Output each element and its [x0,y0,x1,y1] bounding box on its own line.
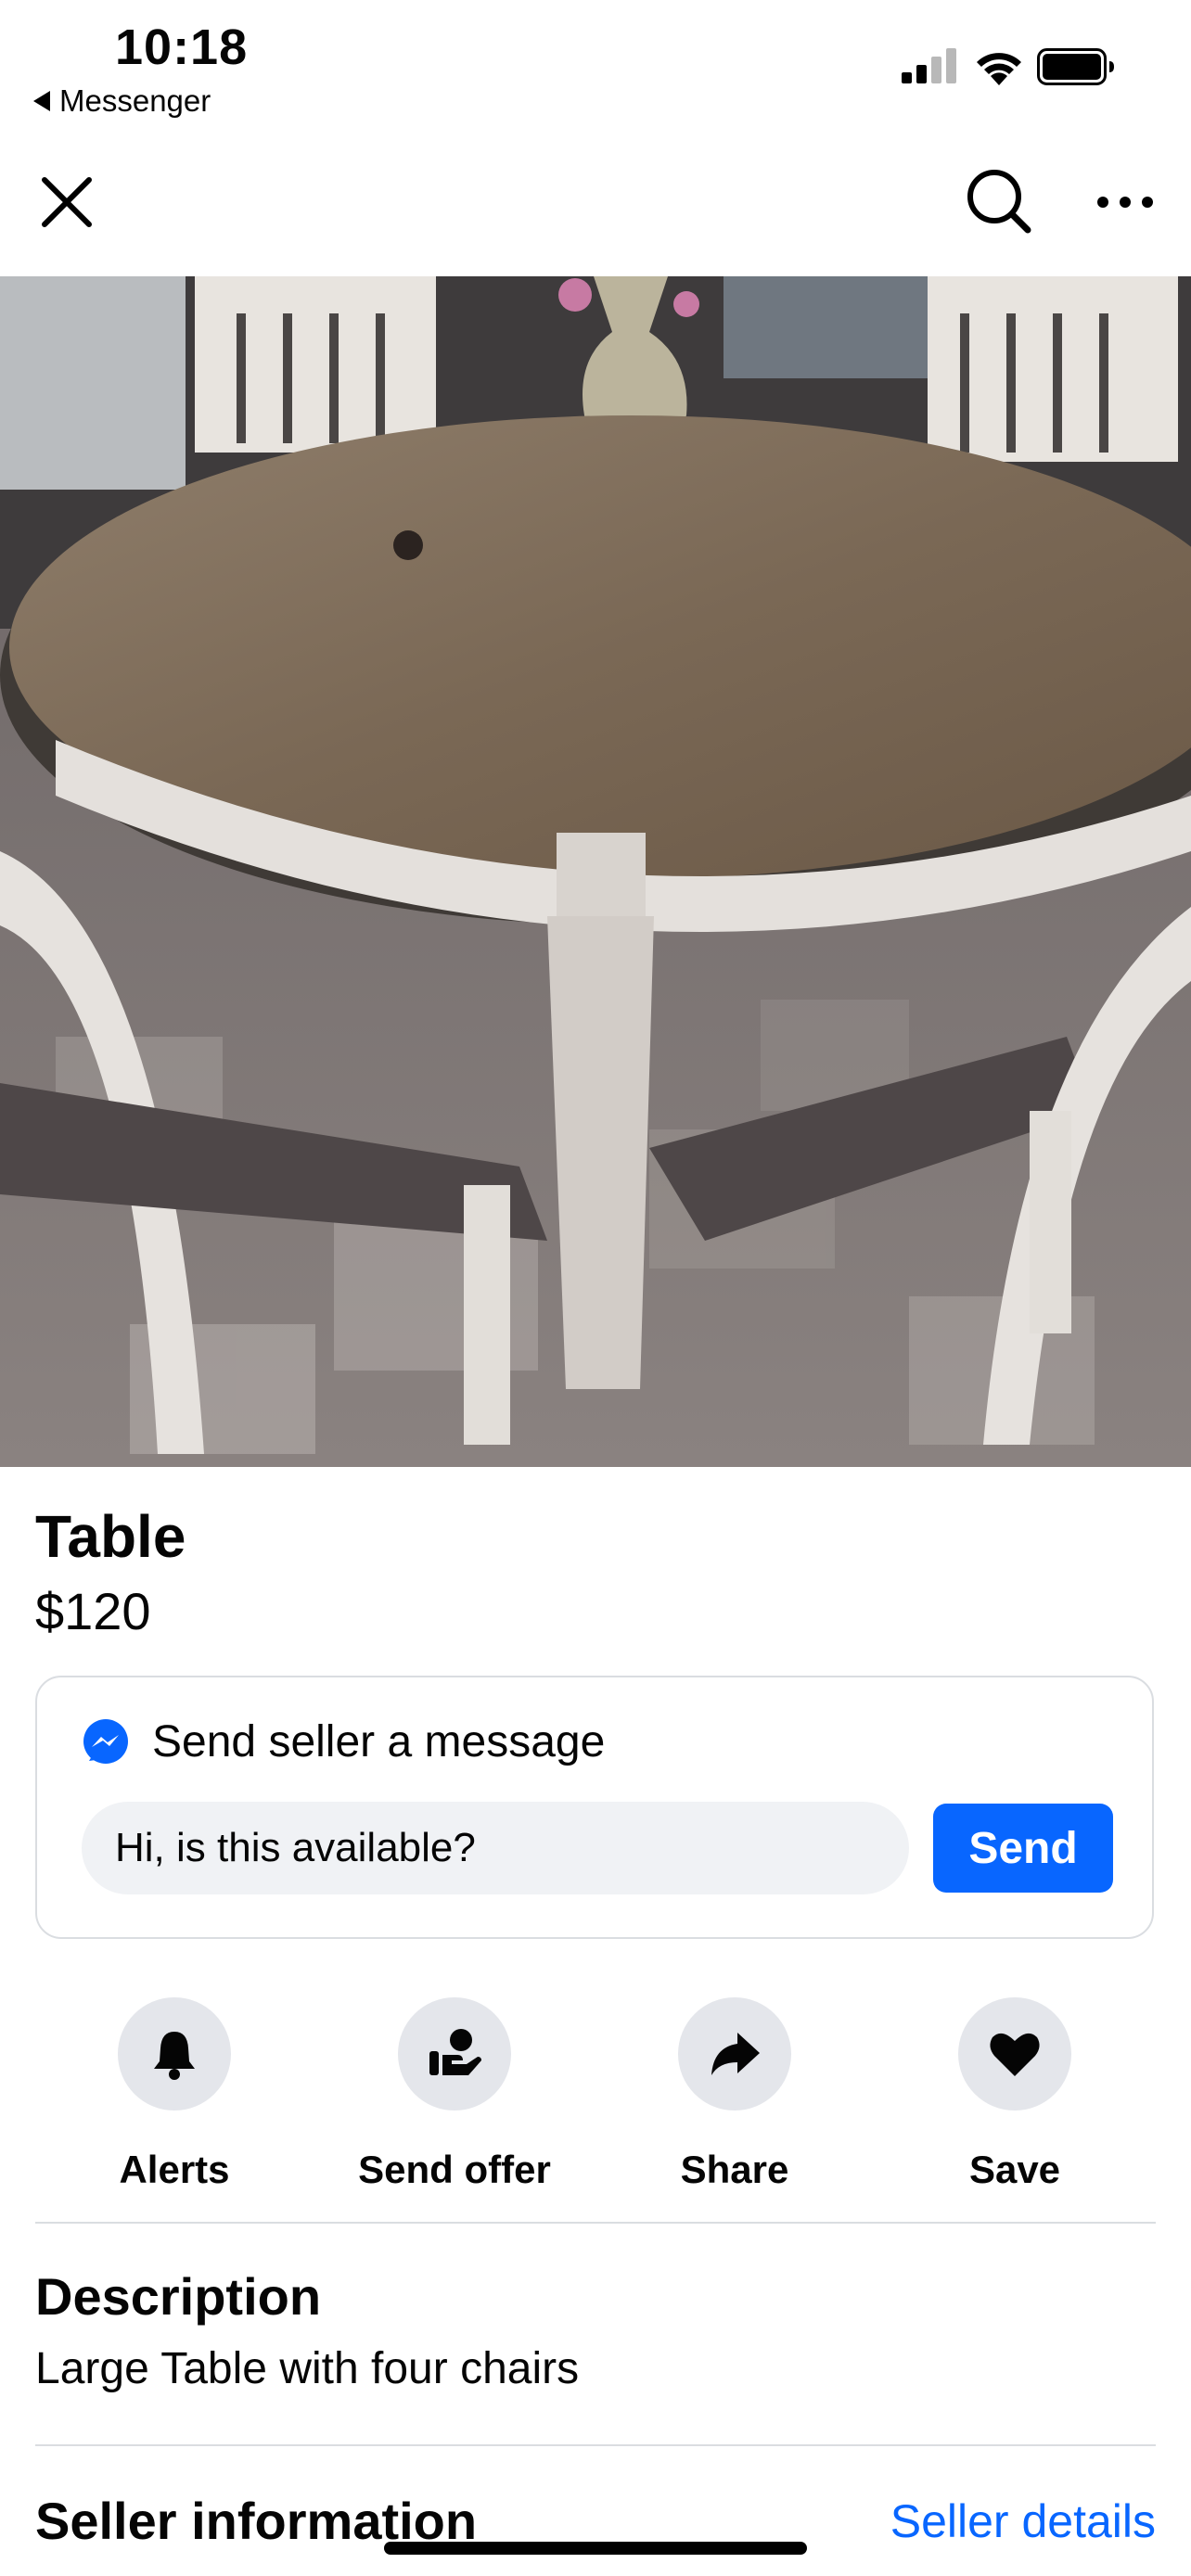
close-button[interactable] [37,172,96,232]
share-button[interactable] [678,1997,791,2111]
wifi-icon [977,53,1021,85]
listing-price: $120 [35,1582,151,1640]
send-message-card: Send seller a message Send [35,1676,1154,1939]
hand-offer-icon [429,2029,481,2075]
back-app-label: Messenger [59,83,211,118]
back-to-app-link[interactable]: Messenger [33,83,211,119]
message-card-title: Send seller a message [152,1717,606,1766]
alerts-label: Alerts [119,2148,230,2191]
search-icon[interactable] [965,167,1033,236]
back-triangle-icon [33,91,50,111]
send-offer-button[interactable] [398,1997,511,2111]
more-options-icon[interactable] [1095,185,1156,219]
message-card-header: Send seller a message [82,1716,605,1767]
description-heading: Description [35,2267,322,2326]
description-text: Large Table with four chairs [35,2344,580,2393]
divider [35,2222,1156,2224]
status-time: 10:18 [115,19,249,75]
heart-icon [990,2033,1040,2076]
alerts-button[interactable] [118,1997,231,2111]
send-button[interactable]: Send [933,1804,1113,1893]
messenger-icon [83,1718,128,1764]
seller-details-link[interactable]: Seller details [890,2494,1156,2548]
send-offer-label: Send offer [358,2148,551,2191]
bell-icon [154,2032,195,2080]
listing-title: Table [35,1503,186,1570]
battery-icon [1037,48,1114,85]
save-button[interactable] [958,1997,1071,2111]
send-offer-action[interactable]: Send offer [334,1997,575,2192]
alerts-action[interactable]: Alerts [54,1997,295,2192]
share-arrow-icon [711,2033,760,2075]
save-label: Save [968,2148,1061,2191]
message-input[interactable] [82,1802,909,1894]
dining-table-image [0,276,1191,1467]
divider [35,2444,1156,2446]
listing-photo[interactable] [0,276,1191,1467]
save-action[interactable]: Save [894,1997,1135,2192]
home-indicator[interactable] [384,2542,807,2555]
share-action[interactable]: Share [614,1997,855,2192]
share-label: Share [680,2148,789,2191]
cellular-signal-icon [902,48,956,83]
